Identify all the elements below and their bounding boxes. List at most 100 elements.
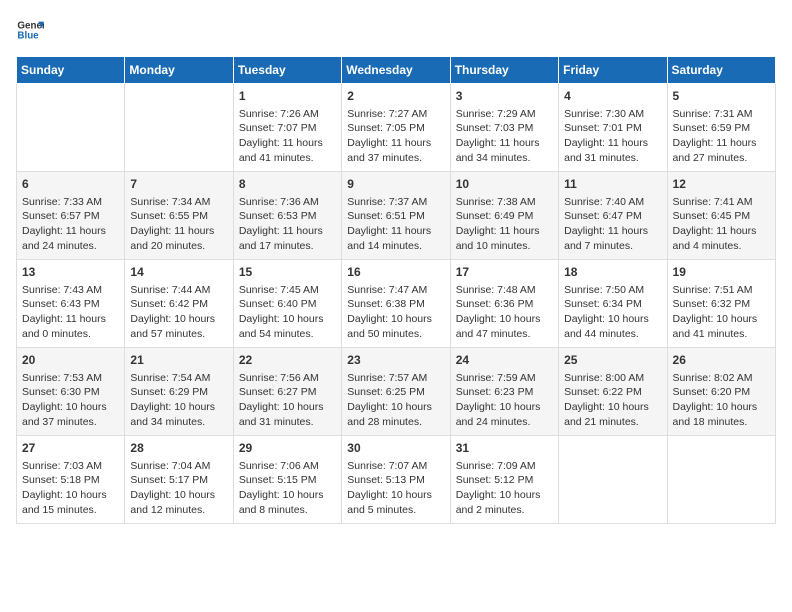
day-info: Sunrise: 7:04 AM Sunset: 5:17 PM Dayligh… (130, 459, 227, 518)
weekday-header-tuesday: Tuesday (233, 57, 341, 84)
calendar-cell: 3Sunrise: 7:29 AM Sunset: 7:03 PM Daylig… (450, 84, 558, 172)
day-info: Sunrise: 7:09 AM Sunset: 5:12 PM Dayligh… (456, 459, 553, 518)
calendar-cell: 4Sunrise: 7:30 AM Sunset: 7:01 PM Daylig… (559, 84, 667, 172)
day-info: Sunrise: 7:44 AM Sunset: 6:42 PM Dayligh… (130, 283, 227, 342)
logo-icon: General Blue (16, 16, 44, 44)
calendar-cell: 30 Sunrise: 7:07 AM Sunset: 5:13 PM Dayli… (342, 436, 450, 524)
day-info: Sunrise: 7:03 AM Sunset: 5:18 PM Dayligh… (22, 459, 119, 518)
day-number: 20 (22, 352, 119, 369)
day-number: 30 (347, 440, 444, 457)
day-info: Sunrise: 7:31 AM Sunset: 6:59 PM Dayligh… (673, 107, 770, 166)
calendar-cell (667, 436, 775, 524)
day-info: Sunrise: 7:38 AM Sunset: 6:49 PM Dayligh… (456, 195, 553, 254)
calendar-cell: 18 Sunrise: 7:50 AM Sunset: 6:34 PM Dayli… (559, 260, 667, 348)
calendar-cell: 29Sunrise: 7:06 AM Sunset: 5:15 PM Dayli… (233, 436, 341, 524)
day-number: 16 (347, 264, 444, 281)
day-info: Sunrise: 7:47 AM Sunset: 6:38 PM Dayligh… (347, 283, 444, 342)
calendar-cell: 19Sunrise: 7:51 AM Sunset: 6:32 PM Dayli… (667, 260, 775, 348)
day-number: 11 (564, 176, 661, 193)
day-info: Sunrise: 7:51 AM Sunset: 6:32 PM Dayligh… (673, 283, 770, 342)
day-info: Sunrise: 7:34 AM Sunset: 6:55 PM Dayligh… (130, 195, 227, 254)
day-number: 8 (239, 176, 336, 193)
day-number: 14 (130, 264, 227, 281)
day-info: Sunrise: 7:54 AM Sunset: 6:29 PM Dayligh… (130, 371, 227, 430)
calendar-cell: 9 Sunrise: 7:37 AM Sunset: 6:51 PM Daylig… (342, 172, 450, 260)
day-info: Sunrise: 7:56 AM Sunset: 6:27 PM Dayligh… (239, 371, 336, 430)
calendar-week-row: 27 Sunrise: 7:03 AM Sunset: 5:18 PM Dayli… (17, 436, 776, 524)
calendar-cell: 17 Sunrise: 7:48 AM Sunset: 6:36 PM Dayli… (450, 260, 558, 348)
calendar-cell: 24 Sunrise: 7:59 AM Sunset: 6:23 PM Dayli… (450, 348, 558, 436)
calendar-cell: 2Sunrise: 7:27 AM Sunset: 7:05 PM Daylig… (342, 84, 450, 172)
day-info: Sunrise: 7:30 AM Sunset: 7:01 PM Dayligh… (564, 107, 661, 166)
day-number: 18 (564, 264, 661, 281)
day-number: 7 (130, 176, 227, 193)
day-number: 28 (130, 440, 227, 457)
calendar-cell: 7 Sunrise: 7:34 AM Sunset: 6:55 PM Daylig… (125, 172, 233, 260)
weekday-header-sunday: Sunday (17, 57, 125, 84)
day-info: Sunrise: 8:00 AM Sunset: 6:22 PM Dayligh… (564, 371, 661, 430)
calendar-cell: 20 Sunrise: 7:53 AM Sunset: 6:30 PM Dayli… (17, 348, 125, 436)
day-number: 10 (456, 176, 553, 193)
day-info: Sunrise: 7:50 AM Sunset: 6:34 PM Dayligh… (564, 283, 661, 342)
calendar-cell: 12 Sunrise: 7:41 AM Sunset: 6:45 PM Dayli… (667, 172, 775, 260)
calendar-cell: 26Sunrise: 8:02 AM Sunset: 6:20 PM Dayli… (667, 348, 775, 436)
day-number: 22 (239, 352, 336, 369)
calendar-cell: 25 Sunrise: 8:00 AM Sunset: 6:22 PM Dayli… (559, 348, 667, 436)
calendar-cell: 23Sunrise: 7:57 AM Sunset: 6:25 PM Dayli… (342, 348, 450, 436)
calendar-cell: 1 Sunrise: 7:26 AM Sunset: 7:07 PM Daylig… (233, 84, 341, 172)
day-info: Sunrise: 7:53 AM Sunset: 6:30 PM Dayligh… (22, 371, 119, 430)
day-number: 21 (130, 352, 227, 369)
day-number: 12 (673, 176, 770, 193)
weekday-header-monday: Monday (125, 57, 233, 84)
calendar-week-row: 1 Sunrise: 7:26 AM Sunset: 7:07 PM Daylig… (17, 84, 776, 172)
calendar-cell: 6 Sunrise: 7:33 AM Sunset: 6:57 PM Daylig… (17, 172, 125, 260)
day-number: 25 (564, 352, 661, 369)
day-number: 5 (673, 88, 770, 105)
page-header: General Blue (16, 16, 776, 44)
calendar-cell: 10 Sunrise: 7:38 AM Sunset: 6:49 PM Dayli… (450, 172, 558, 260)
day-number: 13 (22, 264, 119, 281)
day-number: 31 (456, 440, 553, 457)
day-info: Sunrise: 7:36 AM Sunset: 6:53 PM Dayligh… (239, 195, 336, 254)
day-info: Sunrise: 7:48 AM Sunset: 6:36 PM Dayligh… (456, 283, 553, 342)
calendar-week-row: 6 Sunrise: 7:33 AM Sunset: 6:57 PM Daylig… (17, 172, 776, 260)
calendar-week-row: 20 Sunrise: 7:53 AM Sunset: 6:30 PM Dayli… (17, 348, 776, 436)
weekday-header-saturday: Saturday (667, 57, 775, 84)
day-info: Sunrise: 7:57 AM Sunset: 6:25 PM Dayligh… (347, 371, 444, 430)
calendar-week-row: 13 Sunrise: 7:43 AM Sunset: 6:43 PM Dayli… (17, 260, 776, 348)
day-info: Sunrise: 7:07 AM Sunset: 5:13 PM Dayligh… (347, 459, 444, 518)
calendar-table: SundayMondayTuesdayWednesdayThursdayFrid… (16, 56, 776, 524)
weekday-header-wednesday: Wednesday (342, 57, 450, 84)
day-number: 1 (239, 88, 336, 105)
day-number: 17 (456, 264, 553, 281)
calendar-cell (17, 84, 125, 172)
day-number: 24 (456, 352, 553, 369)
calendar-cell: 14 Sunrise: 7:44 AM Sunset: 6:42 PM Dayli… (125, 260, 233, 348)
calendar-cell (559, 436, 667, 524)
day-info: Sunrise: 7:37 AM Sunset: 6:51 PM Dayligh… (347, 195, 444, 254)
calendar-cell: 5 Sunrise: 7:31 AM Sunset: 6:59 PM Daylig… (667, 84, 775, 172)
day-number: 6 (22, 176, 119, 193)
calendar-cell: 15 Sunrise: 7:45 AM Sunset: 6:40 PM Dayli… (233, 260, 341, 348)
day-info: Sunrise: 7:59 AM Sunset: 6:23 PM Dayligh… (456, 371, 553, 430)
calendar-cell: 13 Sunrise: 7:43 AM Sunset: 6:43 PM Dayli… (17, 260, 125, 348)
day-info: Sunrise: 7:41 AM Sunset: 6:45 PM Dayligh… (673, 195, 770, 254)
day-info: Sunrise: 7:26 AM Sunset: 7:07 PM Dayligh… (239, 107, 336, 166)
day-info: Sunrise: 7:27 AM Sunset: 7:05 PM Dayligh… (347, 107, 444, 166)
calendar-cell: 11 Sunrise: 7:40 AM Sunset: 6:47 PM Dayli… (559, 172, 667, 260)
calendar-cell: 16 Sunrise: 7:47 AM Sunset: 6:38 PM Dayli… (342, 260, 450, 348)
day-info: Sunrise: 7:40 AM Sunset: 6:47 PM Dayligh… (564, 195, 661, 254)
day-number: 27 (22, 440, 119, 457)
weekday-header-friday: Friday (559, 57, 667, 84)
calendar-cell: 28 Sunrise: 7:04 AM Sunset: 5:17 PM Dayli… (125, 436, 233, 524)
logo: General Blue (16, 16, 44, 44)
day-number: 15 (239, 264, 336, 281)
day-info: Sunrise: 7:43 AM Sunset: 6:43 PM Dayligh… (22, 283, 119, 342)
day-info: Sunrise: 7:45 AM Sunset: 6:40 PM Dayligh… (239, 283, 336, 342)
calendar-cell: 27 Sunrise: 7:03 AM Sunset: 5:18 PM Dayli… (17, 436, 125, 524)
calendar-cell: 31 Sunrise: 7:09 AM Sunset: 5:12 PM Dayli… (450, 436, 558, 524)
weekday-header-row: SundayMondayTuesdayWednesdayThursdayFrid… (17, 57, 776, 84)
day-info: Sunrise: 7:33 AM Sunset: 6:57 PM Dayligh… (22, 195, 119, 254)
day-number: 3 (456, 88, 553, 105)
day-number: 9 (347, 176, 444, 193)
